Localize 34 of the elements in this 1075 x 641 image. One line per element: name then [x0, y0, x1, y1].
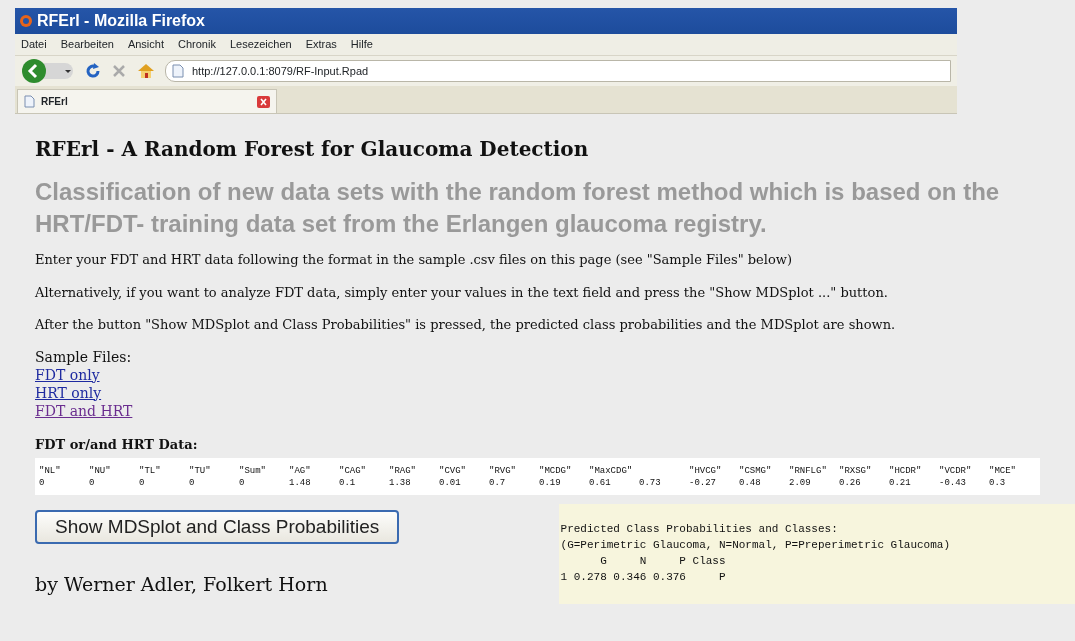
- sample-file-link[interactable]: FDT only: [35, 366, 100, 383]
- result-line: 1 0.278 0.346 0.376 P: [560, 569, 727, 585]
- sample-file-link[interactable]: FDT and HRT: [35, 402, 133, 419]
- data-text-field[interactable]: "NL" 0 "NU" 0 "TL" 0 "TU" 0 "Sum" 0 "AG" 1.48 "CAG" 0.1 "RAG" 1.38 "CVG" 0.01 "RVG" 0.7 "MCDG" 0.19 "MaxCDG" 0.61 0.73 "HVCG" -0.27 "CSMG" 0.48 "RNFLG" 2.09 "RXSG" 0.26 "HCDR" 0.21 "VCDR" -0.43 "MCE" 0.3: [35, 457, 1040, 495]
- page-icon: [172, 64, 184, 78]
- address-field[interactable]: http://127.0.0.1:8079/RF-Input.Rpad: [165, 60, 951, 82]
- tab-label: RFErl: [41, 95, 69, 109]
- authors-text: by Werner Adler, Folkert Horn: [35, 572, 329, 597]
- instruction-text: After the button "Show MDSplot and Class Probabilities" is pressed, the predicted class probabilities and the MDSplot are shown.: [35, 316, 897, 334]
- sample-files-label: Sample Files:: [35, 347, 133, 366]
- window-title: RFErl - Mozilla Firefox: [37, 11, 205, 31]
- menu-item[interactable]: Ansicht: [127, 36, 164, 53]
- back-icon[interactable]: [21, 58, 75, 84]
- browser-tab[interactable]: RFErl: [17, 89, 277, 113]
- page-subheading: Classification of new data sets with the random forest method which is based on the HRT/FDT- training data set from the Erlangen glaucoma registry.: [35, 177, 1001, 239]
- menu-item[interactable]: Datei: [21, 36, 47, 53]
- close-icon[interactable]: [257, 95, 270, 108]
- instruction-text: Enter your FDT and HRT data following the format in the sample .csv files on this page (see "Sample Files" below): [35, 251, 793, 269]
- menu-item[interactable]: Chronik: [178, 36, 216, 53]
- instruction-text: Alternatively, if you want to analyze FDT data, simply enter your values in the text field and press the "Show MDSplot ..." button.: [35, 283, 889, 302]
- menu-item[interactable]: Extras: [305, 36, 337, 53]
- page-icon: [24, 95, 35, 108]
- sample-file-link[interactable]: HRT only: [35, 384, 102, 401]
- home-icon[interactable]: [137, 63, 155, 79]
- menu-item[interactable]: Hilfe: [350, 36, 373, 53]
- menu-item[interactable]: Bearbeiten: [60, 36, 114, 53]
- result-line: (G=Perimetric Glaucoma, N=Normal, P=Preperimetric Glaucoma): [560, 537, 951, 553]
- result-line: Predicted Class Probabilities and Classes:: [560, 521, 839, 537]
- data-label: FDT or/and HRT Data:: [35, 435, 199, 454]
- menu-item[interactable]: Lesezeichen: [229, 36, 292, 53]
- result-line: G N P Class: [599, 553, 727, 569]
- show-mdsplot-button[interactable]: Show MDSplot and Class Probabilities: [35, 509, 400, 544]
- page-heading: RFErl - A Random Forest for Glaucoma Detection: [35, 136, 590, 163]
- reload-icon[interactable]: [85, 63, 101, 79]
